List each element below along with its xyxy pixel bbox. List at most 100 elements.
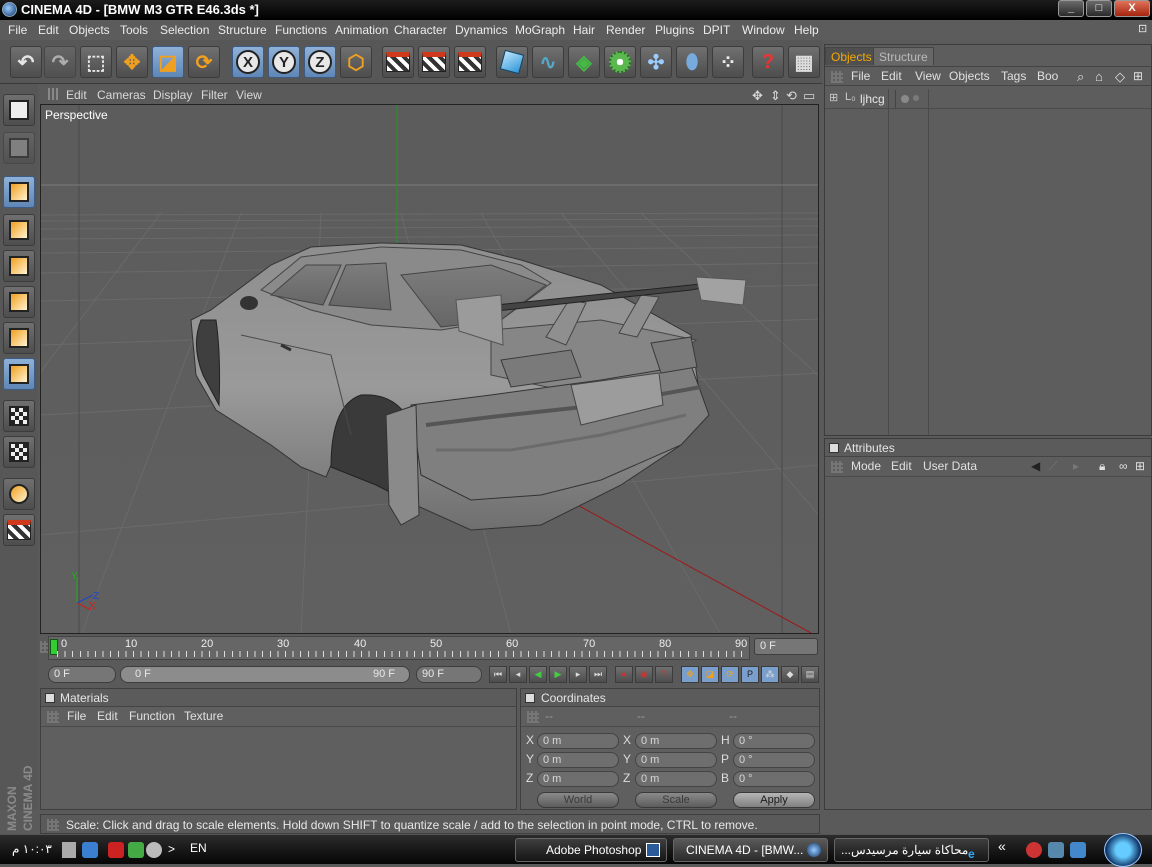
- materials-menu-texture[interactable]: Texture: [184, 709, 223, 723]
- rotation-h-field[interactable]: 0 °: [733, 733, 815, 749]
- attributes-menu-edit[interactable]: Edit: [891, 459, 912, 473]
- panel-close-icon[interactable]: [525, 693, 535, 703]
- step-forward-button[interactable]: ▸: [569, 666, 587, 683]
- menu-structure[interactable]: Structure: [218, 23, 267, 37]
- go-to-start-button[interactable]: ⏮: [489, 666, 507, 683]
- play-backward-button[interactable]: ◀: [529, 666, 547, 683]
- key-position-button[interactable]: ✥: [681, 666, 699, 683]
- objects-menu-tags[interactable]: Tags: [1001, 69, 1026, 83]
- start-frame-field[interactable]: 0 F: [48, 666, 116, 683]
- coordinate-mode-dropdown[interactable]: Scale: [635, 792, 717, 808]
- menu-character[interactable]: Character: [394, 23, 447, 37]
- new-window-icon[interactable]: ⊞: [1135, 459, 1145, 473]
- menu-plugins[interactable]: Plugins: [655, 23, 694, 37]
- key-parameter-button[interactable]: P: [741, 666, 759, 683]
- position-z-field[interactable]: 0 m: [537, 771, 619, 787]
- size-z-field[interactable]: 0 m: [635, 771, 717, 787]
- undo-button[interactable]: ↶: [10, 46, 42, 78]
- key-interpolation-button[interactable]: ◆: [781, 666, 799, 683]
- task-browser[interactable]: محاكاة سيارة مرسيدس... e: [834, 838, 989, 862]
- menu-window[interactable]: Window: [742, 23, 785, 37]
- lock-icon[interactable]: 🔒︎: [1099, 459, 1105, 474]
- render-picture-viewer-button[interactable]: [418, 46, 450, 78]
- materials-menu-function[interactable]: Function: [129, 709, 175, 723]
- tray-app-icon[interactable]: [128, 842, 144, 858]
- viewport-menu-display[interactable]: Display: [153, 88, 192, 102]
- apply-button[interactable]: Apply: [733, 792, 815, 808]
- zoom-view-icon[interactable]: ⇕: [770, 88, 781, 104]
- timeline-window-button[interactable]: ▤: [801, 666, 819, 683]
- object-row[interactable]: ⊞ L₀ ljhcg: [825, 89, 1151, 109]
- forward-arrow-icon[interactable]: ▸: [1073, 459, 1079, 473]
- quick-launch-desktop-icon[interactable]: [1048, 842, 1064, 858]
- menu-edit[interactable]: Edit: [38, 23, 59, 37]
- viewport-perspective[interactable]: Y Z X Perspective: [40, 104, 819, 634]
- position-y-field[interactable]: 0 m: [537, 752, 619, 768]
- size-x-field[interactable]: 0 m: [635, 733, 717, 749]
- redo-button[interactable]: ↷: [44, 46, 76, 78]
- autokey-button[interactable]: ◉: [635, 666, 653, 683]
- minimize-button[interactable]: _: [1058, 0, 1084, 17]
- make-editable-button[interactable]: [3, 132, 35, 164]
- timeline-ruler[interactable]: 0 10 20 30 40 50 60 70 80 90: [48, 636, 750, 660]
- maximize-button[interactable]: □: [1086, 0, 1112, 17]
- menu-hair[interactable]: Hair: [573, 23, 595, 37]
- antivirus-icon[interactable]: [108, 842, 124, 858]
- start-button[interactable]: [1104, 833, 1142, 867]
- add-array-button[interactable]: [604, 46, 636, 78]
- menu-objects[interactable]: Objects: [69, 23, 110, 37]
- render-view-button[interactable]: [382, 46, 414, 78]
- x-axis-lock-button[interactable]: X: [232, 46, 264, 78]
- menu-dpit[interactable]: DPIT: [703, 23, 730, 37]
- panel-close-icon[interactable]: [829, 443, 839, 453]
- use-points-tool-button[interactable]: [3, 250, 35, 282]
- materials-menu-file[interactable]: File: [67, 709, 86, 723]
- object-name[interactable]: ljhcg: [860, 92, 885, 106]
- coordinate-system-button[interactable]: ⬡: [340, 46, 372, 78]
- keyframe-help-icon[interactable]: ?: [655, 666, 673, 683]
- viewport-menu-filter[interactable]: Filter: [201, 88, 228, 102]
- add-scene-button[interactable]: ⬮: [676, 46, 708, 78]
- menu-tools[interactable]: Tools: [120, 23, 148, 37]
- layout-manager-button[interactable]: ▦: [788, 46, 820, 78]
- use-edges-tool-button[interactable]: [3, 286, 35, 318]
- home-icon[interactable]: ⌂: [1095, 69, 1103, 84]
- editor-visibility-dot[interactable]: [901, 95, 909, 103]
- objects-menu-bookmarks[interactable]: Boo: [1037, 69, 1058, 83]
- close-button[interactable]: X: [1114, 0, 1150, 17]
- tab-structure[interactable]: Structure: [873, 47, 934, 65]
- menu-render[interactable]: Render: [606, 23, 645, 37]
- objects-menu-file[interactable]: File: [851, 69, 870, 83]
- use-polygons-tool-button[interactable]: [3, 322, 35, 354]
- task-photoshop[interactable]: Adobe Photoshop: [515, 838, 667, 862]
- workplane-tool-button[interactable]: [3, 436, 35, 468]
- menu-animation[interactable]: Animation: [335, 23, 388, 37]
- network-icon[interactable]: [82, 842, 98, 858]
- menu-functions[interactable]: Functions: [275, 23, 327, 37]
- quick-launch-chevron[interactable]: «: [998, 838, 1006, 854]
- menu-mograph[interactable]: MoGraph: [515, 23, 565, 37]
- viewport-menu-edit[interactable]: Edit: [66, 88, 87, 102]
- viewport-menu-cameras[interactable]: Cameras: [97, 88, 146, 102]
- use-object-axis-button[interactable]: [3, 214, 35, 246]
- go-to-end-button[interactable]: ⏭: [589, 666, 607, 683]
- position-x-field[interactable]: 0 m: [537, 733, 619, 749]
- add-spline-button[interactable]: ∿: [532, 46, 564, 78]
- rotate-view-icon[interactable]: ⟲: [786, 88, 797, 104]
- expand-icon[interactable]: ⊞: [829, 91, 838, 104]
- record-button[interactable]: ●: [615, 666, 633, 683]
- objects-menu-view[interactable]: View: [915, 69, 941, 83]
- render-settings-button[interactable]: [454, 46, 486, 78]
- y-axis-lock-button[interactable]: Y: [268, 46, 300, 78]
- rotation-p-field[interactable]: 0 °: [733, 752, 815, 768]
- add-nurbs-button[interactable]: ◈: [568, 46, 600, 78]
- current-frame-field[interactable]: 0 F: [754, 638, 818, 655]
- back-arrow-icon[interactable]: ◀: [1031, 459, 1040, 473]
- link-icon[interactable]: ∞: [1119, 459, 1128, 473]
- new-window-icon[interactable]: ⊞: [1133, 69, 1143, 83]
- tab-objects[interactable]: Objects: [825, 47, 878, 65]
- menu-dynamics[interactable]: Dynamics: [455, 23, 508, 37]
- add-particle-button[interactable]: ⁘: [712, 46, 744, 78]
- add-deformer-button[interactable]: ✣: [640, 46, 672, 78]
- help-button[interactable]: ?: [752, 46, 784, 78]
